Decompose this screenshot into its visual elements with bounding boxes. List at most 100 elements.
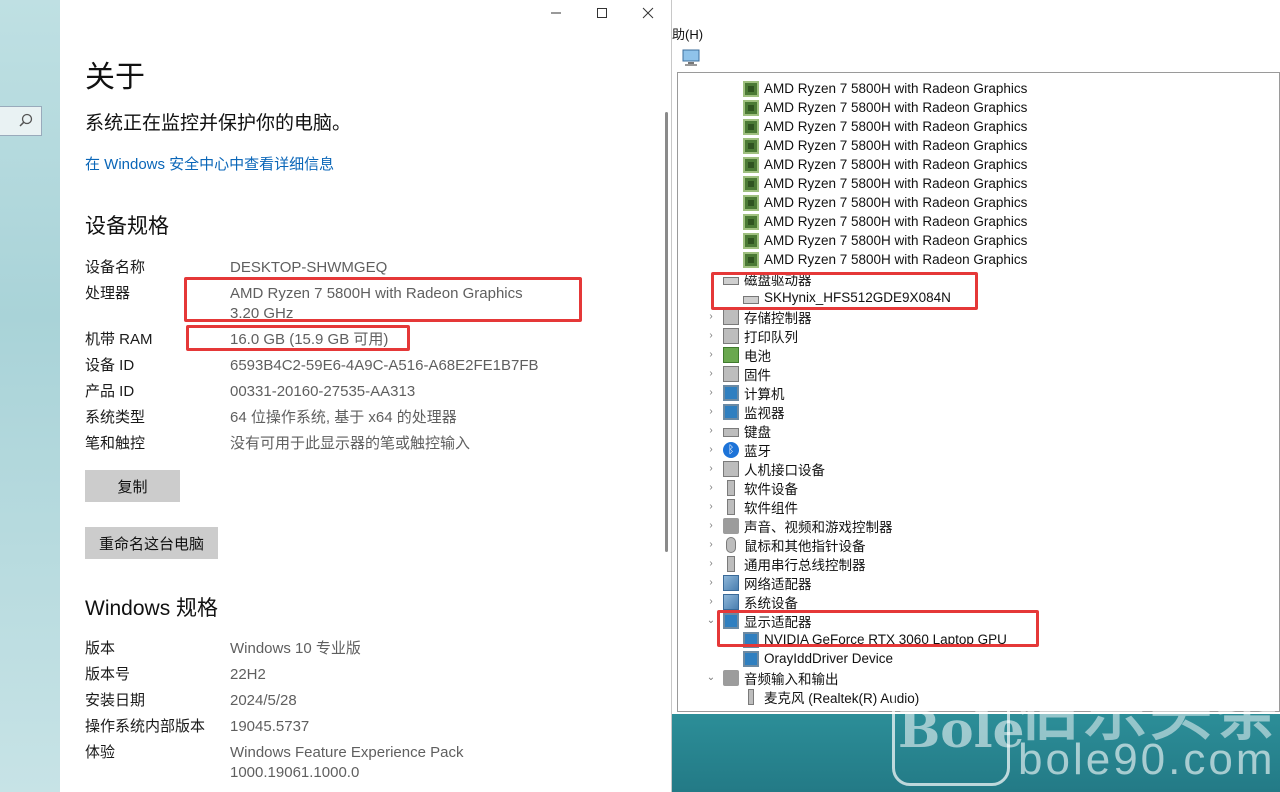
maximize-button[interactable] [579, 0, 625, 26]
spec-label: 笔和触控 [85, 435, 146, 452]
chevron-right-icon[interactable]: › [706, 326, 716, 345]
windows-specs-heading: Windows 规格 [85, 597, 219, 620]
tree-category-audio[interactable]: 音频输入和输出 [723, 668, 839, 687]
chevron-down-icon[interactable]: ⌄ [706, 611, 716, 630]
tree-category[interactable]: 监视器 [723, 402, 785, 421]
chevron-right-icon[interactable]: › [706, 535, 716, 554]
system-device-icon [723, 593, 739, 610]
tree-category[interactable]: 鼠标和其他指针设备 [723, 535, 866, 554]
background-search-box[interactable] [0, 106, 42, 136]
software-device-icon [727, 479, 735, 496]
usb-icon [727, 555, 735, 572]
computer-icon[interactable] [681, 49, 701, 67]
scrollbar[interactable] [665, 112, 668, 552]
tree-item-display-driver[interactable]: OrayIddDriver Device [743, 649, 893, 668]
chevron-right-icon[interactable]: › [706, 383, 716, 402]
tree-item-label: AMD Ryzen 7 5800H with Radeon Graphics [764, 119, 1028, 134]
tree-category[interactable]: 打印队列 [723, 326, 798, 345]
storage-controller-icon [723, 308, 739, 325]
menu-item-help[interactable]: 助(H) [672, 24, 703, 43]
spec-value-pack-version: 1000.19061.1000.0 [230, 764, 360, 781]
tree-category[interactable]: ᛒ 蓝牙 [723, 440, 771, 459]
hid-icon [723, 460, 739, 477]
firmware-icon [723, 365, 739, 382]
highlight-box-ram [186, 325, 410, 351]
chevron-right-icon[interactable]: › [706, 459, 716, 478]
spec-label: 体验 [85, 744, 116, 761]
tree-item-processor[interactable]: AMD Ryzen 7 5800H with Radeon Graphics [743, 250, 1027, 269]
chevron-right-icon[interactable]: › [706, 421, 716, 440]
tree-category[interactable]: 固件 [723, 364, 771, 383]
protection-status: 系统正在监控并保护你的电脑。 [85, 113, 352, 134]
keyboard-icon [723, 427, 739, 437]
tree-item-label: 软件设备 [744, 481, 798, 497]
tree-item-processor[interactable]: AMD Ryzen 7 5800H with Radeon Graphics [743, 98, 1027, 117]
tree-category[interactable]: 键盘 [723, 421, 771, 440]
processor-icon [743, 99, 759, 116]
chevron-down-icon[interactable]: ⌄ [706, 668, 716, 687]
tree-item-processor[interactable]: AMD Ryzen 7 5800H with Radeon Graphics [743, 212, 1027, 231]
spec-label: 机带 RAM [85, 331, 153, 348]
tree-item-processor[interactable]: AMD Ryzen 7 5800H with Radeon Graphics [743, 193, 1027, 212]
security-center-link[interactable]: 在 Windows 安全中心中查看详细信息 [85, 153, 334, 174]
chevron-right-icon[interactable]: › [706, 573, 716, 592]
tree-category[interactable]: 软件组件 [723, 497, 798, 516]
tree-item-processor[interactable]: AMD Ryzen 7 5800H with Radeon Graphics [743, 174, 1027, 193]
processor-icon [743, 213, 759, 230]
spec-value: 19045.5737 [230, 718, 310, 735]
tree-item-label: AMD Ryzen 7 5800H with Radeon Graphics [764, 252, 1028, 267]
tree-item-label: 电池 [744, 348, 771, 364]
tree-item-label: 鼠标和其他指针设备 [744, 538, 866, 554]
copy-button[interactable]: 复制 [85, 470, 180, 502]
window-controls [533, 0, 671, 26]
spec-value: 64 位操作系统, 基于 x64 的处理器 [230, 409, 457, 426]
processor-icon [743, 156, 759, 173]
chevron-right-icon[interactable]: › [706, 554, 716, 573]
minimize-icon [551, 12, 561, 14]
tree-item-processor[interactable]: AMD Ryzen 7 5800H with Radeon Graphics [743, 231, 1027, 250]
spec-value: 没有可用于此显示器的笔或触控输入 [230, 435, 471, 452]
tree-category[interactable]: 电池 [723, 345, 771, 364]
highlight-box-gpu [717, 610, 1039, 647]
tree-item-processor[interactable]: AMD Ryzen 7 5800H with Radeon Graphics [743, 136, 1027, 155]
tree-category[interactable]: 系统设备 [723, 592, 798, 611]
search-icon [19, 113, 33, 127]
device-specs-heading: 设备规格 [85, 215, 169, 238]
microphone-icon [748, 688, 754, 705]
computer-icon [723, 384, 739, 401]
tree-category[interactable]: 通用串行总线控制器 [723, 554, 866, 573]
chevron-right-icon[interactable]: › [706, 440, 716, 459]
processor-icon [743, 194, 759, 211]
tree-item-label: 打印队列 [744, 329, 798, 345]
bluetooth-icon: ᛒ [723, 441, 739, 458]
chevron-right-icon[interactable]: › [706, 345, 716, 364]
processor-icon [743, 137, 759, 154]
tree-category[interactable]: 网络适配器 [723, 573, 812, 592]
chevron-right-icon[interactable]: › [706, 516, 716, 535]
spec-value: 22H2 [230, 666, 266, 683]
minimize-button[interactable] [533, 0, 579, 26]
tree-item-processor[interactable]: AMD Ryzen 7 5800H with Radeon Graphics [743, 117, 1027, 136]
tree-category[interactable]: 人机接口设备 [723, 459, 825, 478]
chevron-right-icon[interactable]: › [706, 497, 716, 516]
software-component-icon [727, 498, 735, 515]
spec-value: 2024/5/28 [230, 692, 297, 709]
processor-icon [743, 80, 759, 97]
tree-item-label: 系统设备 [744, 595, 798, 611]
chevron-right-icon[interactable]: › [706, 478, 716, 497]
rename-pc-button[interactable]: 重命名这台电脑 [85, 527, 218, 559]
chevron-right-icon[interactable]: › [706, 364, 716, 383]
tree-category[interactable]: 计算机 [723, 383, 785, 402]
about-settings-window: 关于 系统正在监控并保护你的电脑。 在 Windows 安全中心中查看详细信息 … [60, 0, 672, 792]
chevron-right-icon[interactable]: › [706, 592, 716, 611]
spec-label: 操作系统内部版本 [85, 718, 206, 735]
close-icon [642, 7, 654, 19]
processor-icon [743, 232, 759, 249]
chevron-right-icon[interactable]: › [706, 402, 716, 421]
tree-item-processor[interactable]: AMD Ryzen 7 5800H with Radeon Graphics [743, 155, 1027, 174]
close-button[interactable] [625, 0, 671, 26]
tree-item-processor[interactable]: AMD Ryzen 7 5800H with Radeon Graphics [743, 79, 1027, 98]
tree-category[interactable]: 软件设备 [723, 478, 798, 497]
tree-item-label: 固件 [744, 367, 771, 383]
tree-category[interactable]: 声音、视频和游戏控制器 [723, 516, 893, 535]
